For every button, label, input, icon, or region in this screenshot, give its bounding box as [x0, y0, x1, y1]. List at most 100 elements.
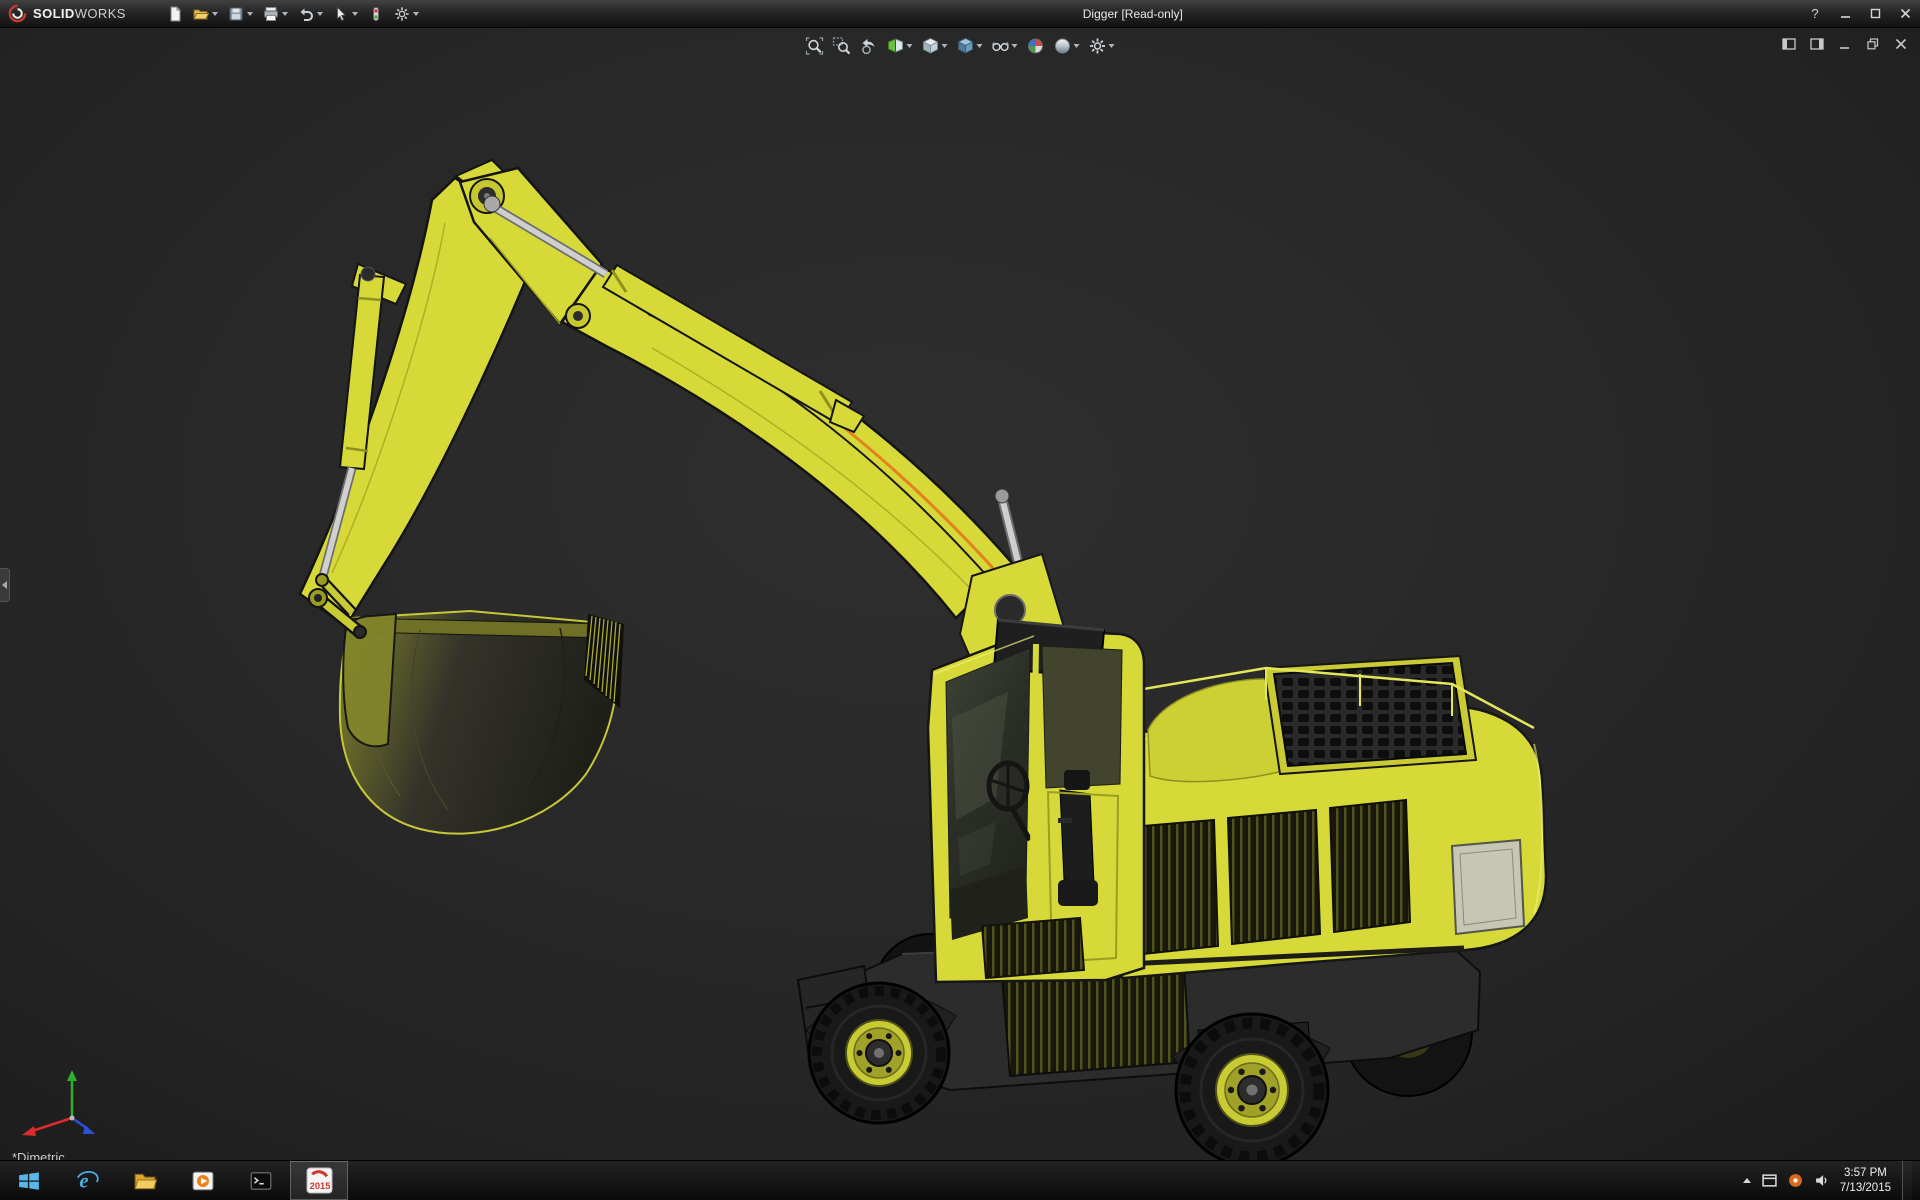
display-pane-icon	[1810, 38, 1824, 50]
rebuild-button[interactable]	[365, 3, 387, 25]
taskbar-item-solidworks-2015[interactable]: 2015	[290, 1161, 348, 1200]
x-axis-arrow	[22, 1126, 36, 1136]
windows-taskbar: e 2015 3:57 PM 7/13/2015	[0, 1160, 1920, 1200]
clock-time: 3:57 PM	[1844, 1166, 1887, 1179]
digger-model[interactable]	[0, 28, 1920, 1160]
system-tray: 3:57 PM 7/13/2015	[1735, 1161, 1920, 1200]
minimize-document-icon	[1840, 47, 1849, 49]
view-settings-gear-icon	[1090, 38, 1105, 54]
zoom-to-fit-button[interactable]	[804, 34, 826, 58]
apply-scene-button[interactable]	[1052, 34, 1082, 58]
close-icon	[1900, 8, 1910, 19]
close-document-button[interactable]	[1892, 36, 1910, 52]
up-caret-icon	[1742, 1178, 1751, 1183]
previous-view-icon	[862, 39, 875, 55]
solidworks-brand: SOLIDWORKS	[0, 4, 136, 23]
volume-button[interactable]	[1814, 1173, 1829, 1188]
edit-appearance-ball-icon	[1028, 38, 1043, 54]
wheel-rear-near[interactable]	[1174, 1012, 1330, 1160]
headsup-view-toolbar	[804, 34, 1117, 58]
titlebar: SOLIDWORKS Digger [Read-only] ?	[0, 0, 1920, 28]
options-button[interactable]	[391, 3, 422, 25]
y-axis-arrow	[67, 1070, 77, 1081]
minimize-document-button[interactable]	[1836, 36, 1854, 52]
brand-name: SOLIDWORKS	[33, 6, 126, 21]
notification-indicator-icon	[1788, 1174, 1802, 1187]
save-dropdown-caret[interactable]	[246, 11, 253, 16]
section-view-caret[interactable]	[906, 44, 913, 48]
section-view-icon	[888, 38, 903, 53]
view-orientation-button[interactable]	[920, 34, 950, 58]
print-dropdown-caret[interactable]	[281, 11, 288, 16]
main-toolbar	[164, 3, 422, 25]
open-document-button[interactable]	[190, 3, 221, 25]
taskbar-clock[interactable]: 3:57 PM 7/13/2015	[1840, 1166, 1891, 1196]
taskbar-item-command-prompt[interactable]	[232, 1161, 290, 1200]
cab[interactable]	[926, 618, 1146, 984]
start-button[interactable]	[0, 1161, 58, 1200]
hide-show-glasses-icon	[992, 41, 1009, 52]
media-player-icon	[192, 1171, 214, 1190]
select-tool-button[interactable]	[330, 3, 361, 25]
engine-grille	[1272, 661, 1468, 768]
z-axis-arrow	[83, 1125, 95, 1134]
open-dropdown-caret[interactable]	[211, 11, 218, 16]
hide-show-items-caret[interactable]	[1011, 44, 1018, 48]
feature-tree-flyout[interactable]	[0, 568, 10, 602]
taskbar-item-file-explorer[interactable]	[116, 1161, 174, 1200]
options-gear-icon	[395, 6, 409, 21]
show-desktop-button[interactable]	[1902, 1161, 1912, 1200]
print-document-button[interactable]	[260, 3, 291, 25]
body-house[interactable]	[1102, 654, 1548, 980]
restore-document-button[interactable]	[1864, 36, 1882, 52]
show-feature-pane-button[interactable]	[1780, 36, 1798, 52]
display-style-caret[interactable]	[976, 44, 983, 48]
bucket[interactable]	[338, 609, 624, 835]
hide-show-items-button[interactable]	[990, 34, 1020, 58]
tray-window-indicator[interactable]	[1762, 1173, 1777, 1188]
help-button[interactable]: ?	[1800, 0, 1830, 27]
display-style-button[interactable]	[955, 34, 985, 58]
show-hidden-icons-button[interactable]	[1742, 1178, 1751, 1183]
dassault-logo-icon	[8, 4, 27, 23]
undo-dropdown-caret[interactable]	[316, 11, 323, 16]
window-controls: ?	[1800, 0, 1920, 27]
section-view-button[interactable]	[885, 34, 915, 58]
command-prompt-icon	[250, 1171, 272, 1190]
graphics-area[interactable]: *Dimetric	[0, 28, 1920, 1160]
view-orientation-caret[interactable]	[941, 44, 948, 48]
windows-logo-icon	[19, 1171, 39, 1190]
brand-name-bold: SOLID	[33, 6, 75, 21]
side-vent	[1328, 798, 1412, 934]
flyout-arrow-icon	[2, 581, 7, 589]
view-settings-button[interactable]	[1087, 34, 1117, 58]
close-window-button[interactable]	[1890, 0, 1920, 27]
maximize-window-button[interactable]	[1860, 0, 1890, 27]
print-icon	[263, 6, 278, 21]
save-document-button[interactable]	[225, 3, 256, 25]
options-dropdown-caret[interactable]	[412, 11, 419, 16]
minimize-window-button[interactable]	[1830, 0, 1860, 27]
undo-button[interactable]	[295, 3, 326, 25]
show-display-pane-button[interactable]	[1808, 36, 1826, 52]
apply-scene-caret[interactable]	[1073, 44, 1080, 48]
display-style-icon	[957, 38, 974, 54]
new-document-icon	[170, 6, 181, 21]
edit-appearance-button[interactable]	[1025, 34, 1047, 58]
new-document-button[interactable]	[164, 3, 186, 25]
select-dropdown-caret[interactable]	[351, 11, 358, 16]
rebuild-icon	[372, 6, 379, 21]
previous-view-button[interactable]	[858, 34, 880, 58]
internet-explorer-icon: e	[76, 1170, 99, 1192]
tray-notification-indicator[interactable]	[1788, 1173, 1803, 1188]
taskbar-item-internet-explorer[interactable]: e	[58, 1161, 116, 1200]
boom[interactable]	[560, 264, 1068, 696]
taskbar-item-media-player[interactable]	[174, 1161, 232, 1200]
wheel-front-near[interactable]	[807, 981, 951, 1125]
maximize-icon	[1870, 8, 1880, 19]
stick-cylinder[interactable]	[483, 195, 866, 434]
zoom-to-area-button[interactable]	[831, 34, 853, 58]
speaker-icon	[1815, 1175, 1827, 1186]
file-explorer-icon	[134, 1173, 157, 1189]
view-settings-caret[interactable]	[1108, 44, 1115, 48]
